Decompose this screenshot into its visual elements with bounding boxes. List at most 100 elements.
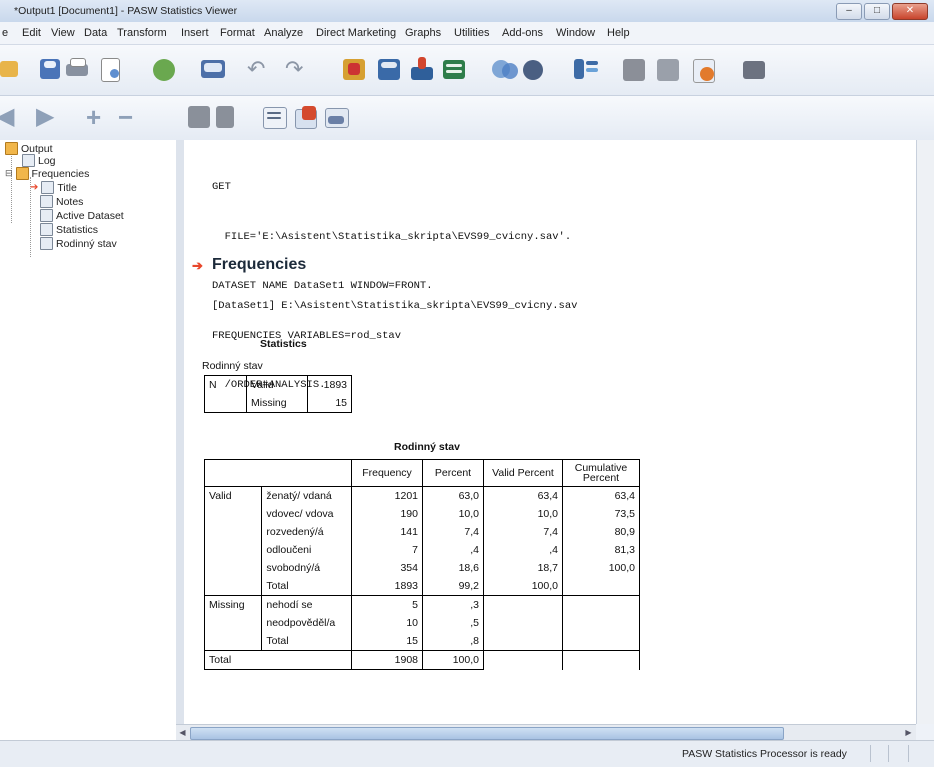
outline-toolbar: ◀ ▶ + −: [0, 96, 934, 141]
print-icon[interactable]: [62, 57, 92, 83]
frequencies-icon: [15, 167, 29, 180]
menu-direct-marketing[interactable]: Direct Marketing: [316, 27, 396, 39]
horizontal-scrollbar[interactable]: ◀ ▶: [176, 724, 916, 741]
statistics-table-icon: [40, 223, 53, 236]
nav-active-dataset[interactable]: Active Dataset: [40, 209, 124, 222]
vertical-scrollbar[interactable]: [916, 140, 934, 724]
menu-help[interactable]: Help: [607, 27, 630, 39]
table-header-row: Frequency Percent Valid Percent Cumulati…: [204, 459, 640, 487]
export-icon[interactable]: [150, 57, 180, 83]
valid-value: 1893: [307, 375, 352, 394]
nav-statistics[interactable]: Statistics: [40, 223, 98, 236]
main-toolbar: ↶ ↷: [0, 45, 934, 96]
table-row: svobodný/á 354 18,6 18,7 100,0: [203, 559, 640, 577]
output-content-pane: GET FILE='E:\Asistent\Statistika_skripta…: [184, 140, 916, 724]
table-row: neodpověděl/a 10 ,5: [203, 614, 640, 632]
status-message: PASW Statistics Processor is ready: [682, 748, 847, 760]
maximize-button[interactable]: □: [864, 3, 890, 20]
scroll-left-icon[interactable]: ◀: [177, 727, 188, 738]
demote-icon[interactable]: ▶: [36, 104, 66, 130]
output-icon: [5, 142, 18, 155]
menu-transform[interactable]: Transform: [117, 27, 167, 39]
title-icon: [41, 181, 55, 194]
group-valid: Valid: [203, 486, 263, 505]
status-bar: PASW Statistics Processor is ready: [0, 740, 934, 767]
window-title: *Output1 [Document1] - PASW Statistics V…: [14, 5, 238, 17]
menu-file[interactable]: e: [2, 27, 8, 39]
collapse-icon[interactable]: [654, 57, 684, 83]
print-preview-icon[interactable]: [96, 57, 126, 83]
goto-variable-icon[interactable]: [408, 57, 438, 83]
close-button[interactable]: ✕: [892, 3, 928, 20]
log-icon: [22, 154, 35, 167]
hide-icon[interactable]: [740, 57, 770, 83]
collapse-node-icon: ⊟: [5, 168, 13, 178]
undo-icon[interactable]: ↶: [247, 57, 277, 83]
insert-title-icon[interactable]: [520, 57, 550, 83]
insert-text-icon[interactable]: [260, 104, 290, 130]
statistics-variable-label: Rodinný stav: [202, 360, 263, 372]
show-all-icon[interactable]: [620, 57, 650, 83]
dataset-line: [DataSet1] E:\Asistent\Statistika_skript…: [212, 300, 578, 312]
menu-insert[interactable]: Insert: [181, 27, 209, 39]
table-row: odloučeni 7 ,4 ,4 81,3: [203, 541, 640, 559]
nav-log[interactable]: Log: [22, 154, 56, 167]
variables-icon[interactable]: [440, 57, 470, 83]
menu-view[interactable]: View: [51, 27, 75, 39]
frequencies-title[interactable]: Frequencies: [212, 256, 306, 274]
table-row: Missing 15: [204, 394, 352, 413]
goto-data-icon[interactable]: [340, 57, 370, 83]
open-folder-icon[interactable]: [0, 57, 30, 83]
active-dataset-icon: [40, 209, 53, 222]
scroll-right-icon[interactable]: ▶: [903, 727, 914, 738]
frequency-table-caption: Rodinný stav: [394, 441, 460, 453]
insert-object-icon[interactable]: [322, 104, 352, 130]
col-cumulative-percent: Cumulative Percent: [562, 459, 640, 487]
run-script-icon[interactable]: [690, 57, 720, 83]
outline-pane: Output Log ⊟ Frequencies ➔ Title Notes A…: [0, 140, 177, 740]
designate-window-icon[interactable]: [571, 57, 601, 83]
table-row: vdovec/ vdova 190 10,0 10,0 73,5: [203, 505, 640, 523]
missing-label: Missing: [246, 394, 308, 413]
nav-rodinny-stav[interactable]: Rodinný stav: [40, 237, 117, 250]
table-row: Total 1908 100,0: [204, 650, 640, 670]
table-row: Missing nehodí se 5 ,3: [203, 595, 640, 614]
col-frequency: Frequency: [351, 459, 423, 487]
expand-icon[interactable]: +: [86, 104, 116, 130]
scrollbar-thumb[interactable]: [190, 727, 784, 740]
save-icon[interactable]: [32, 57, 62, 83]
menu-analyze[interactable]: Analyze: [264, 27, 303, 39]
frequency-table[interactable]: Frequency Percent Valid Percent Cumulati…: [203, 459, 640, 670]
goto-case-icon[interactable]: [375, 57, 405, 83]
n-label: N: [204, 375, 247, 394]
redo-icon[interactable]: ↷: [285, 57, 315, 83]
recall-dialog-icon[interactable]: [198, 57, 228, 83]
valid-label: Valid: [246, 375, 308, 394]
nav-title[interactable]: ➔ Title: [30, 181, 77, 194]
statistics-table[interactable]: N Valid 1893 Missing 15: [204, 375, 352, 413]
table-row: rozvedený/á 141 7,4 7,4 80,9: [203, 523, 640, 541]
nav-notes[interactable]: Notes: [40, 195, 83, 208]
group-total: Total: [204, 650, 352, 670]
menu-window[interactable]: Window: [556, 27, 595, 39]
nav-frequencies[interactable]: ⊟ Frequencies: [5, 167, 89, 180]
menu-data[interactable]: Data: [84, 27, 107, 39]
missing-value: 15: [307, 394, 352, 413]
insert-header-icon[interactable]: [490, 57, 520, 83]
syntax-line: GET: [212, 181, 231, 193]
menu-bar: e Edit View Data Transform Insert Format…: [0, 22, 934, 45]
syntax-line: FILE='E:\Asistent\Statistika_skripta\EVS…: [212, 230, 572, 243]
menu-edit[interactable]: Edit: [22, 27, 41, 39]
menu-addons[interactable]: Add-ons: [502, 27, 543, 39]
menu-utilities[interactable]: Utilities: [454, 27, 489, 39]
show-icon[interactable]: [186, 104, 216, 130]
insert-chart-icon[interactable]: [292, 104, 322, 130]
collapse-outline-icon[interactable]: −: [118, 104, 148, 130]
menu-format[interactable]: Format: [220, 27, 255, 39]
promote-icon[interactable]: ◀: [0, 104, 26, 130]
table-row: Total 15 ,8: [203, 632, 640, 651]
hide-outline-icon[interactable]: [214, 104, 244, 130]
menu-graphs[interactable]: Graphs: [405, 27, 441, 39]
group-missing: Missing: [203, 595, 263, 614]
minimize-button[interactable]: –: [836, 3, 862, 20]
